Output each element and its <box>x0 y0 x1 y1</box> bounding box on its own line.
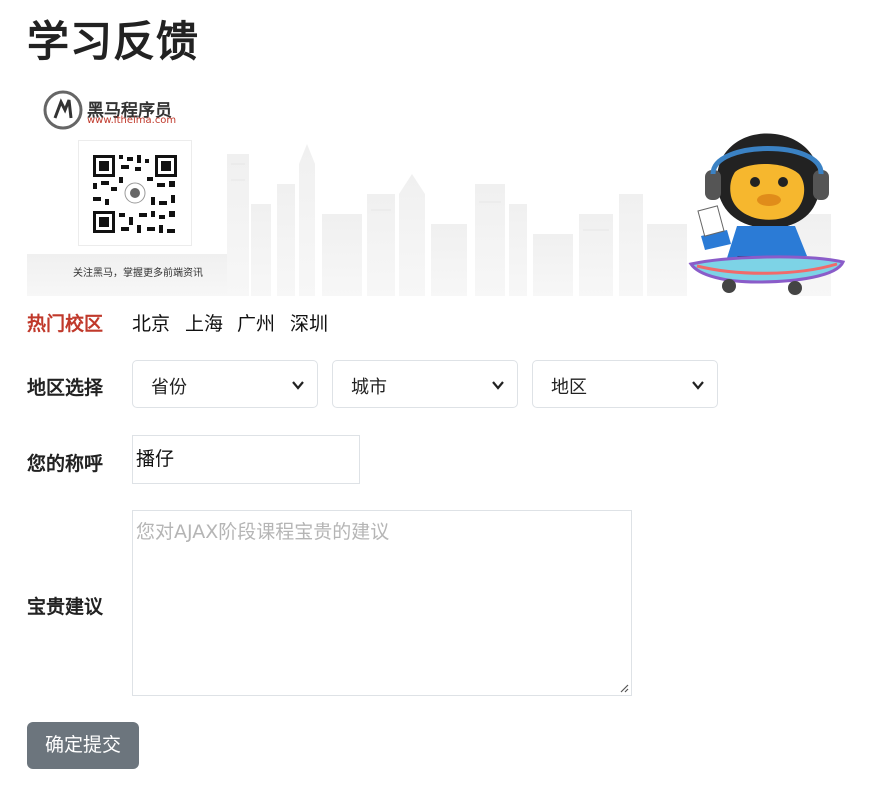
campus-shenzhen-link[interactable]: 深圳 <box>290 309 328 336</box>
province-select[interactable]: 省份 <box>132 360 318 408</box>
qr-code-icon <box>93 155 177 233</box>
qr-caption: 关注黑马，掌握更多前端资讯 <box>73 268 203 279</box>
resize-grip-icon[interactable] <box>619 683 629 693</box>
hot-campus-label: 热门校区 <box>27 313 104 335</box>
nickname-input[interactable]: 播仔 <box>132 435 360 484</box>
mascot-illustration <box>688 133 846 295</box>
campus-guangzhou-link[interactable]: 广州 <box>237 309 275 336</box>
chevron-down-icon <box>292 381 304 390</box>
banner: 黑马程序员 www.itheima.com 关注黑马，掌握更多前端资讯 <box>27 84 857 296</box>
qr-code <box>78 140 192 246</box>
city-select-value: 城市 <box>351 377 387 398</box>
area-select[interactable]: 地区 <box>532 360 718 408</box>
page-title: 学习反馈 <box>27 17 200 66</box>
area-select-value: 地区 <box>551 377 587 398</box>
campus-beijing-link[interactable]: 北京 <box>132 309 170 336</box>
campus-shanghai-link[interactable]: 上海 <box>185 309 223 336</box>
province-select-value: 省份 <box>151 377 187 398</box>
suggestion-textarea[interactable]: 您对AJAX阶段课程宝贵的建议 <box>132 510 632 696</box>
nickname-label: 您的称呼 <box>27 453 104 475</box>
city-select[interactable]: 城市 <box>332 360 518 408</box>
itheima-logo-icon <box>43 90 83 130</box>
region-label: 地区选择 <box>27 377 104 399</box>
chevron-down-icon <box>492 381 504 390</box>
suggestion-label: 宝贵建议 <box>27 596 104 618</box>
logo-url: www.itheima.com <box>87 115 177 126</box>
submit-button[interactable]: 确定提交 <box>27 722 139 769</box>
suggestion-placeholder: 您对AJAX阶段课程宝贵的建议 <box>136 521 390 543</box>
chevron-down-icon <box>692 381 704 390</box>
